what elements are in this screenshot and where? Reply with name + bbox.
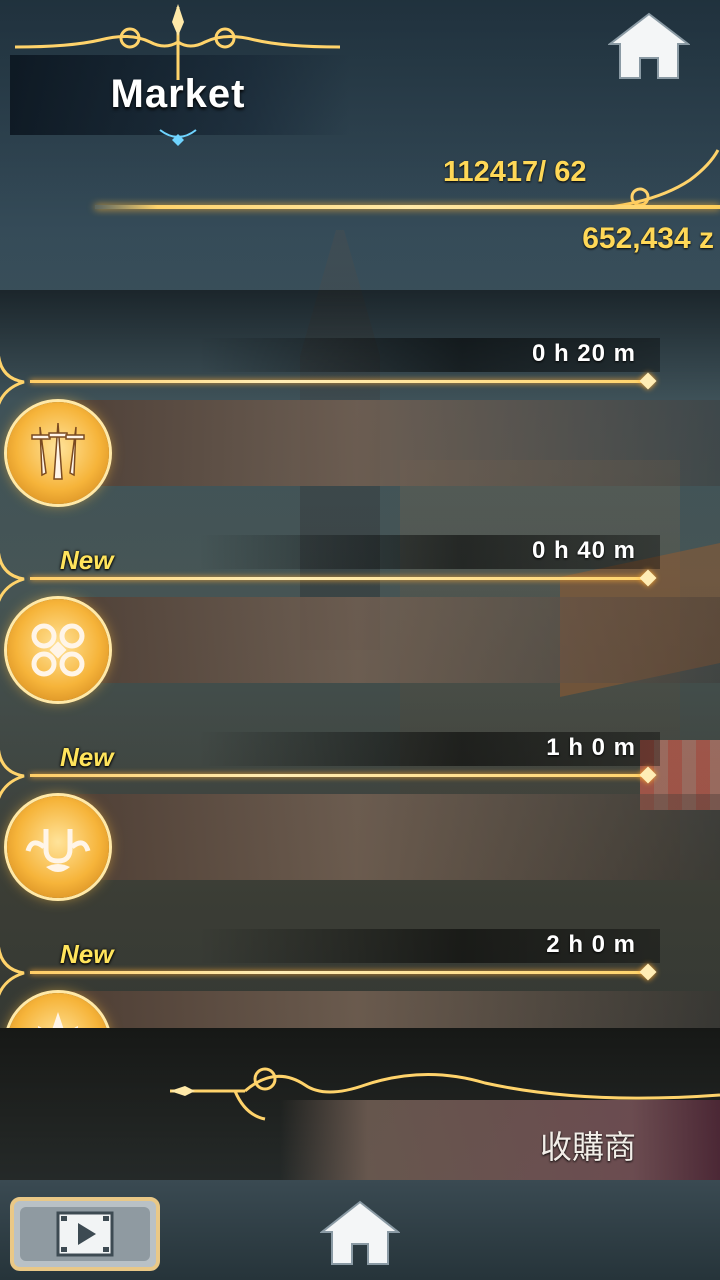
zeny-balance: 652,434 z bbox=[582, 222, 714, 255]
horseshoe-emblem-icon bbox=[25, 829, 91, 872]
slot-curl-ornament-icon bbox=[0, 355, 25, 406]
quota-counter: 112417/ 62 bbox=[443, 156, 587, 188]
slot-card[interactable] bbox=[60, 794, 720, 880]
new-label: New bbox=[60, 545, 114, 575]
slot-card[interactable] bbox=[60, 400, 720, 486]
title-ornament-icon bbox=[14, 4, 341, 80]
home-icon[interactable] bbox=[608, 10, 690, 80]
slot-curl-ornament-icon bbox=[0, 749, 25, 800]
slot-timer: 1 h 0 m bbox=[546, 734, 636, 761]
page-title: Market bbox=[110, 72, 246, 116]
slot-curl-ornament-icon bbox=[0, 946, 25, 997]
market-slot: 0 h 20 m bbox=[0, 290, 720, 504]
slot-card[interactable] bbox=[60, 597, 720, 683]
slot-timer: 0 h 40 m bbox=[531, 537, 636, 564]
new-label: New bbox=[60, 742, 114, 772]
slot-card[interactable] bbox=[60, 991, 720, 1028]
buyer-button[interactable] bbox=[280, 1100, 720, 1180]
market-slot-list[interactable]: 0 h 20 m 0 h 40 m New 1 h 0 m New 2 h 0 … bbox=[0, 290, 720, 1028]
market-slot: 1 h 0 m New bbox=[0, 684, 720, 898]
title-gem-icon bbox=[159, 129, 197, 146]
triple-swords-icon bbox=[31, 422, 85, 480]
buyer-label: 收購商 bbox=[540, 1128, 637, 1166]
home-icon[interactable] bbox=[320, 1198, 400, 1266]
slot-curl-ornament-icon bbox=[0, 552, 25, 603]
market-slot: 2 h 0 m New bbox=[0, 881, 720, 1028]
slot-timer: 2 h 0 m bbox=[546, 931, 636, 958]
stat-divider bbox=[95, 205, 720, 209]
video-play-icon[interactable] bbox=[8, 1195, 162, 1273]
header: Market 112417/ 62 652,434 z bbox=[0, 0, 720, 290]
market-slot: 0 h 40 m New bbox=[0, 487, 720, 701]
new-label: New bbox=[60, 939, 114, 969]
fleur-emblem-icon bbox=[38, 1012, 78, 1028]
knot-emblem-icon bbox=[31, 623, 85, 677]
slot-timer: 0 h 20 m bbox=[531, 340, 636, 367]
